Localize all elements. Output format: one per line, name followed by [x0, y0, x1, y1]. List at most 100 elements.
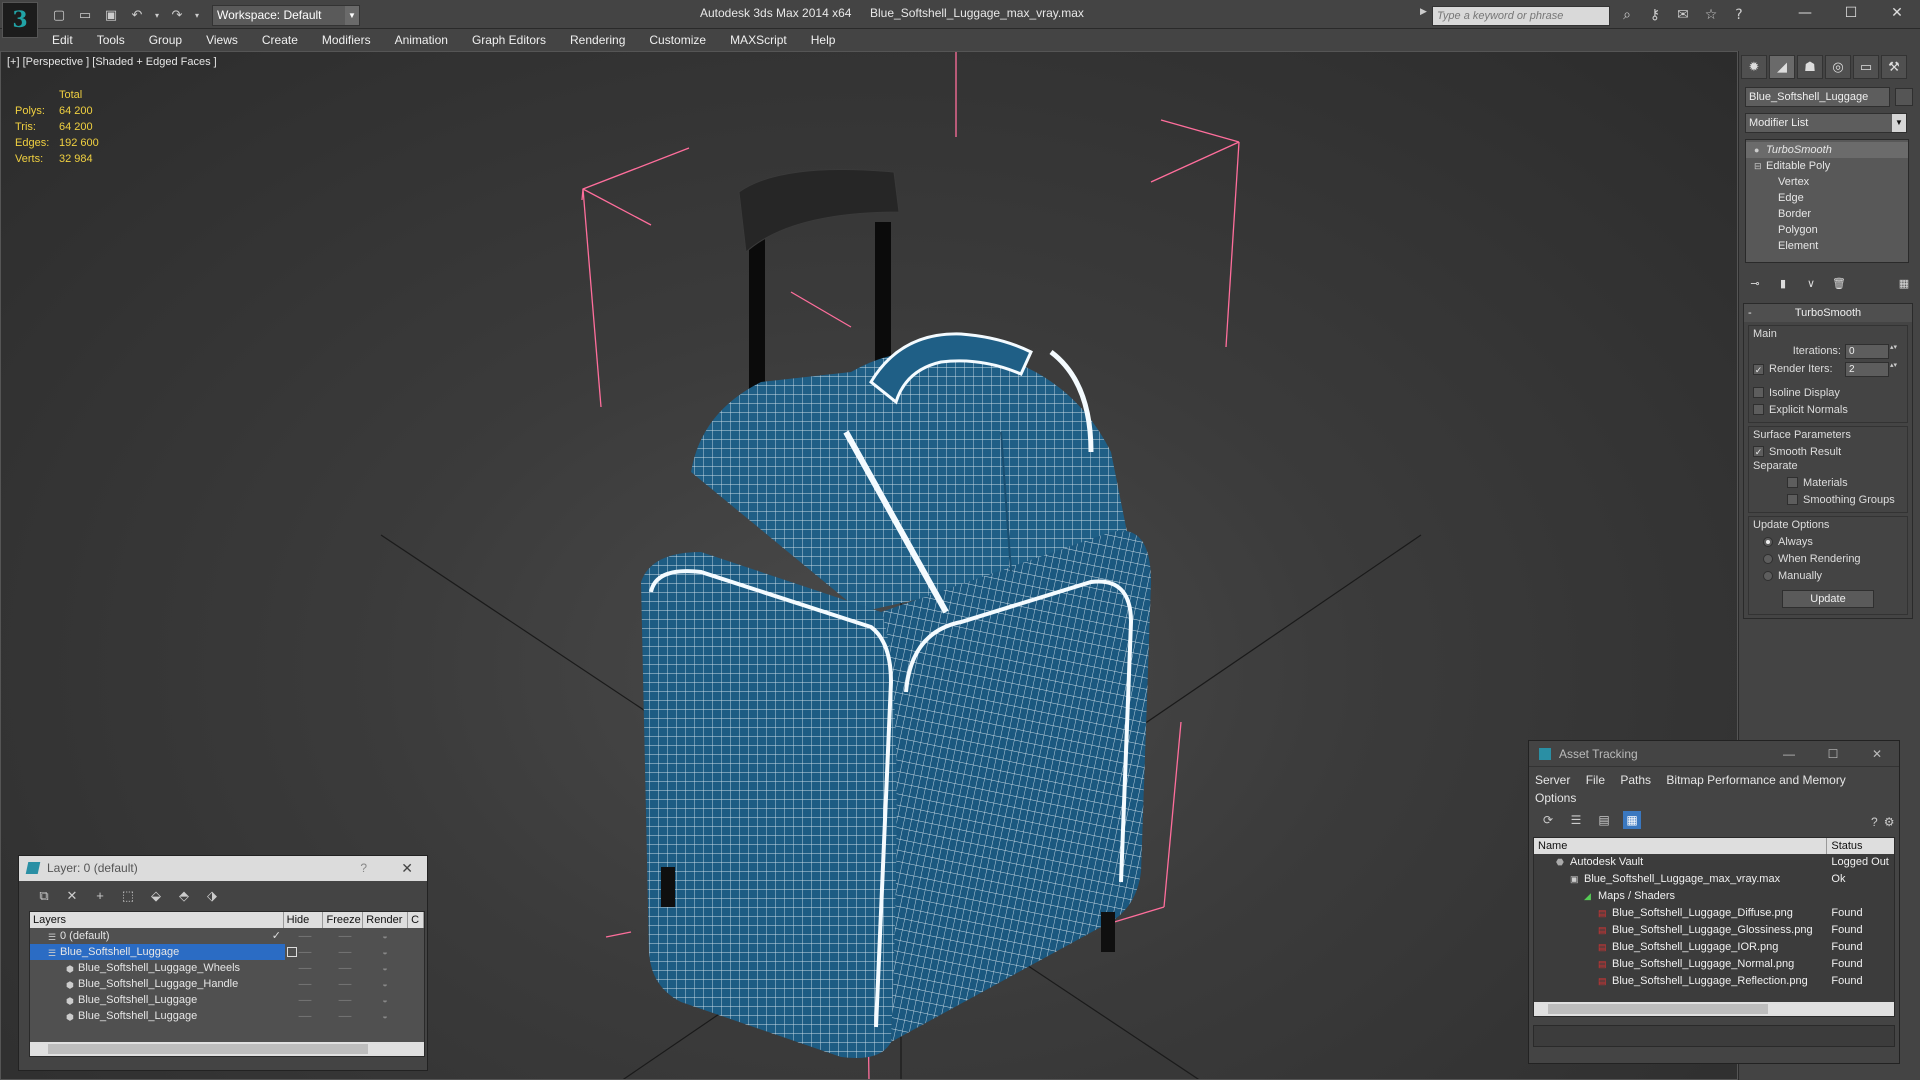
rollout-header[interactable]: - TurboSmooth: [1744, 304, 1912, 322]
freeze-toggle[interactable]: ──: [325, 992, 365, 1008]
menu-rendering[interactable]: Rendering: [558, 33, 637, 47]
create-layer-icon[interactable]: ⧉: [35, 887, 53, 905]
show-end-result-icon[interactable]: ▮: [1773, 274, 1793, 294]
search-expand-icon[interactable]: ▶: [1420, 7, 1427, 17]
menu-modifiers[interactable]: Modifiers: [310, 33, 383, 47]
column-header-color[interactable]: C: [408, 912, 424, 928]
undo-dropdown-icon[interactable]: ▾: [152, 5, 162, 25]
freeze-toggle[interactable]: ──: [325, 1008, 365, 1024]
asset-menu-paths[interactable]: Paths: [1620, 773, 1651, 787]
render-teapot-icon[interactable]: ◒: [365, 944, 405, 960]
asset-menu-options[interactable]: Options: [1535, 791, 1576, 805]
collapse-minus-icon[interactable]: ⊟: [1754, 158, 1762, 174]
asset-row[interactable]: ▤ Blue_Softshell_Luggage_IOR.png Found: [1534, 939, 1894, 956]
asset-row[interactable]: ▤ Blue_Softshell_Luggage_Normal.png Found: [1534, 956, 1894, 973]
isoline-display-checkbox[interactable]: [1753, 387, 1764, 398]
undo-icon[interactable]: ↶: [126, 5, 148, 25]
search-input[interactable]: Type a keyword or phrase: [1432, 6, 1610, 26]
horizontal-scrollbar[interactable]: [1534, 1002, 1894, 1016]
asset-menu-server[interactable]: Server: [1535, 773, 1570, 787]
close-icon[interactable]: ✕: [401, 856, 413, 881]
hide-toggle[interactable]: ──: [285, 992, 325, 1008]
layer-row[interactable]: ☰ Blue_Softshell_Luggage ── ── ◒: [30, 944, 424, 960]
stack-item-editable-poly[interactable]: ⊟ Editable Poly: [1746, 158, 1908, 174]
table-view-icon[interactable]: ▦: [1623, 811, 1641, 829]
render-teapot-icon[interactable]: ◒: [365, 928, 405, 944]
help-icon[interactable]: ?: [1871, 813, 1878, 831]
column-header-name[interactable]: Name: [1534, 838, 1828, 854]
freeze-unfreeze-all-icon[interactable]: ⬗: [203, 887, 221, 905]
layer-row[interactable]: ⬢ Blue_Softshell_Luggage ── ── ◒: [30, 1008, 424, 1024]
asset-menu-bitmap-performance[interactable]: Bitmap Performance and Memory: [1666, 773, 1845, 787]
layer-dialog-titlebar[interactable]: Layer: 0 (default) ? ✕: [19, 856, 427, 881]
favorites-star-icon[interactable]: ☆: [1700, 5, 1722, 25]
set-current-layer-box[interactable]: [287, 947, 297, 957]
update-button[interactable]: Update: [1782, 590, 1874, 608]
motion-tab-icon[interactable]: ◎: [1825, 55, 1851, 79]
menu-animation[interactable]: Animation: [383, 33, 460, 47]
asset-row[interactable]: ▣ Blue_Softshell_Luggage_max_vray.max Ok: [1534, 871, 1894, 888]
minimize-icon[interactable]: —: [1767, 741, 1811, 767]
close-icon[interactable]: ✕: [1874, 0, 1920, 26]
stack-item-turbosmooth[interactable]: ● TurboSmooth: [1746, 142, 1908, 158]
highlight-selected-icon[interactable]: ⬙: [147, 887, 165, 905]
create-tab-icon[interactable]: ✹: [1741, 55, 1767, 79]
smooth-result-checkbox[interactable]: ✓: [1753, 446, 1764, 457]
save-file-icon[interactable]: ▣: [100, 5, 122, 25]
explicit-normals-checkbox[interactable]: [1753, 404, 1764, 415]
column-header-freeze[interactable]: Freeze: [323, 912, 364, 928]
iterations-spinner[interactable]: 0: [1845, 343, 1898, 359]
configure-sets-icon[interactable]: ▦: [1894, 274, 1914, 294]
communication-icon[interactable]: ✉: [1672, 5, 1694, 25]
render-teapot-icon[interactable]: ◒: [365, 976, 405, 992]
delete-layer-icon[interactable]: ✕: [63, 887, 81, 905]
update-when-rendering-radio[interactable]: [1763, 553, 1773, 564]
utilities-tab-icon[interactable]: ⚒: [1881, 55, 1907, 79]
render-teapot-icon[interactable]: ◒: [365, 1008, 405, 1024]
modifier-list-dropdown[interactable]: Modifier List ▼: [1745, 113, 1907, 133]
object-color-swatch[interactable]: [1895, 88, 1913, 106]
menu-graph-editors[interactable]: Graph Editors: [460, 33, 558, 47]
freeze-toggle[interactable]: ──: [325, 944, 365, 960]
select-objects-icon[interactable]: ⬚: [119, 887, 137, 905]
help-icon[interactable]: ?: [1728, 5, 1750, 25]
workspace-select[interactable]: Workspace: Default ▼: [212, 5, 360, 26]
layer-row[interactable]: ⬢ Blue_Softshell_Luggage_Wheels ── ── ◒: [30, 960, 424, 976]
menu-tools[interactable]: Tools: [85, 33, 137, 47]
scrollbar-thumb[interactable]: [1548, 1004, 1768, 1014]
column-header-status[interactable]: Status: [1827, 838, 1894, 854]
remove-modifier-icon[interactable]: 🗑: [1829, 274, 1849, 294]
redo-icon[interactable]: ↷: [166, 5, 188, 25]
column-header-render[interactable]: Render: [363, 912, 409, 928]
add-to-layer-icon[interactable]: +: [91, 887, 109, 905]
hide-toggle[interactable]: ──: [285, 960, 325, 976]
layer-row[interactable]: ⬢ Blue_Softshell_Luggage ── ── ◒: [30, 992, 424, 1008]
modify-tab-icon[interactable]: ◢: [1769, 55, 1795, 79]
list-view-icon[interactable]: ☰: [1567, 811, 1585, 829]
asset-row[interactable]: ▤ Blue_Softshell_Luggage_Glossiness.png F…: [1534, 922, 1894, 939]
smoothing-groups-checkbox[interactable]: [1787, 494, 1798, 505]
render-teapot-icon[interactable]: ◒: [365, 992, 405, 1008]
update-manually-radio[interactable]: [1763, 570, 1773, 581]
open-file-icon[interactable]: ▭: [74, 5, 96, 25]
stack-item-element[interactable]: Element: [1746, 238, 1908, 254]
maximize-icon[interactable]: ☐: [1828, 0, 1874, 26]
subscription-key-icon[interactable]: ⚷: [1644, 5, 1666, 25]
menu-create[interactable]: Create: [250, 33, 310, 47]
hide-unhide-all-icon[interactable]: ⬘: [175, 887, 193, 905]
menu-views[interactable]: Views: [194, 33, 250, 47]
hierarchy-tab-icon[interactable]: ☗: [1797, 55, 1823, 79]
viewport-label[interactable]: [+] [Perspective ] [Shaded + Edged Faces…: [7, 56, 217, 68]
binoculars-icon[interactable]: ⌕: [1616, 5, 1638, 25]
freeze-toggle[interactable]: ──: [325, 928, 365, 944]
menu-edit[interactable]: Edit: [40, 33, 85, 47]
minimize-icon[interactable]: —: [1782, 0, 1828, 26]
freeze-toggle[interactable]: ──: [325, 960, 365, 976]
refresh-icon[interactable]: ⟳: [1539, 811, 1557, 829]
stack-item-vertex[interactable]: Vertex: [1746, 174, 1908, 190]
hide-toggle[interactable]: ──: [285, 928, 325, 944]
close-icon[interactable]: ✕: [1855, 741, 1899, 767]
make-unique-icon[interactable]: ∨: [1801, 274, 1821, 294]
render-teapot-icon[interactable]: ◒: [365, 960, 405, 976]
maximize-icon[interactable]: ☐: [1811, 741, 1855, 767]
